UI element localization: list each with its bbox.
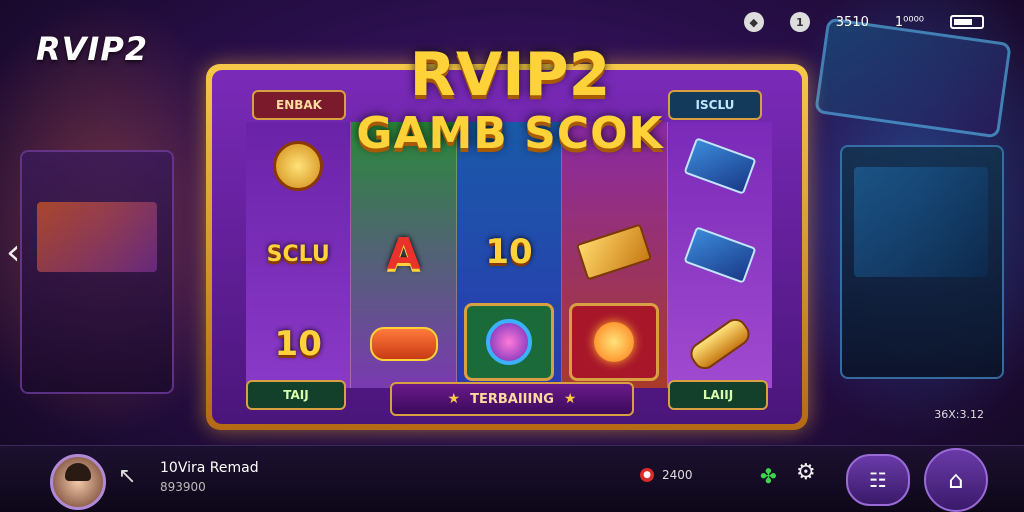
- cabinet-screen: [854, 167, 988, 277]
- reel-2: A: [351, 122, 457, 388]
- sun-icon: [594, 321, 635, 362]
- status-bar: ◆ 1 3510 1⁰⁰⁰⁰: [743, 12, 984, 32]
- reel-5: [667, 122, 773, 388]
- coin-icon: ●: [640, 468, 654, 482]
- letter-a-symbol[interactable]: A: [362, 219, 446, 291]
- hand-wave-icon[interactable]: ↖: [118, 464, 136, 489]
- game-title: RVIP2 GAMB SCOK: [355, 44, 665, 158]
- gem-icon: [486, 318, 533, 365]
- plaque-top-right[interactable]: ISCLU: [668, 90, 762, 120]
- reel-3: 10: [456, 122, 563, 388]
- slot-reels: SCLU 10 A 10: [246, 122, 773, 388]
- star-icon: ★: [563, 391, 577, 407]
- ticket-symbol[interactable]: [572, 216, 656, 288]
- brand-logo: RVIP2: [36, 30, 149, 68]
- home-icon: ⌂: [948, 466, 964, 494]
- bottom-bar: ↖ 10Vira Remad 893900 ● 2400 ✤ ⚙ ☷ ⌂: [0, 445, 1024, 512]
- ten-symbol[interactable]: 10: [467, 216, 551, 288]
- network-status: 1⁰⁰⁰⁰: [894, 14, 924, 30]
- book-icon: [683, 137, 757, 196]
- reel-1: SCLU 10: [246, 122, 352, 388]
- book-icon: [683, 226, 757, 284]
- arcade-cabinet-right: [840, 145, 1004, 379]
- game-title-line-1: RVIP2: [409, 40, 611, 110]
- plaque-bottom-right[interactable]: LAIIJ: [668, 380, 768, 410]
- clover-icon[interactable]: ✤: [760, 464, 777, 488]
- cabinet-screen: [37, 202, 157, 272]
- settings-icon[interactable]: ⚙: [796, 460, 816, 485]
- plaque-top-left[interactable]: ENBAK: [252, 90, 346, 120]
- coin-icon: [273, 141, 324, 192]
- battery-icon: [950, 15, 984, 29]
- gold-coin-symbol[interactable]: [256, 130, 340, 202]
- horn-icon: [685, 313, 755, 374]
- session-timer: 36X:3.12: [934, 408, 984, 421]
- book-symbol[interactable]: [678, 130, 762, 202]
- menu-button[interactable]: ☷: [846, 454, 910, 506]
- sun-symbol[interactable]: [569, 302, 660, 381]
- plaque-bottom-left[interactable]: TAIJ: [246, 380, 346, 410]
- chevron-left-icon[interactable]: ‹: [6, 232, 20, 273]
- avatar[interactable]: [50, 454, 106, 510]
- ticket-icon: [576, 223, 653, 281]
- reel-4: [562, 122, 668, 388]
- spin-banner[interactable]: ★ TERBAIIING ★: [390, 382, 634, 416]
- home-button[interactable]: ⌂: [924, 448, 988, 512]
- arcade-cabinet-left: [20, 150, 174, 394]
- horn-symbol[interactable]: [678, 308, 762, 380]
- player-name: 10Vira Remad: [160, 460, 259, 476]
- book-symbol[interactable]: [678, 219, 762, 291]
- signal-indicator: 1: [789, 12, 810, 32]
- sled-symbol[interactable]: [362, 308, 446, 380]
- gem-symbol[interactable]: [464, 302, 555, 381]
- balance-value: 2400: [662, 468, 693, 482]
- sclu-symbol[interactable]: SCLU: [256, 219, 340, 291]
- sled-icon: [369, 326, 438, 361]
- location-icon: ◆: [743, 12, 764, 32]
- status-time: 3510: [835, 14, 869, 30]
- spin-banner-label: TERBAIIING: [470, 391, 554, 407]
- grid-icon: ☷: [869, 468, 887, 492]
- game-title-line-2: GAMB SCOK: [356, 108, 664, 159]
- star-icon: ★: [447, 391, 461, 407]
- ten-symbol[interactable]: 10: [256, 308, 340, 380]
- player-id: 893900: [160, 480, 206, 494]
- balance-display: ● 2400: [640, 468, 693, 482]
